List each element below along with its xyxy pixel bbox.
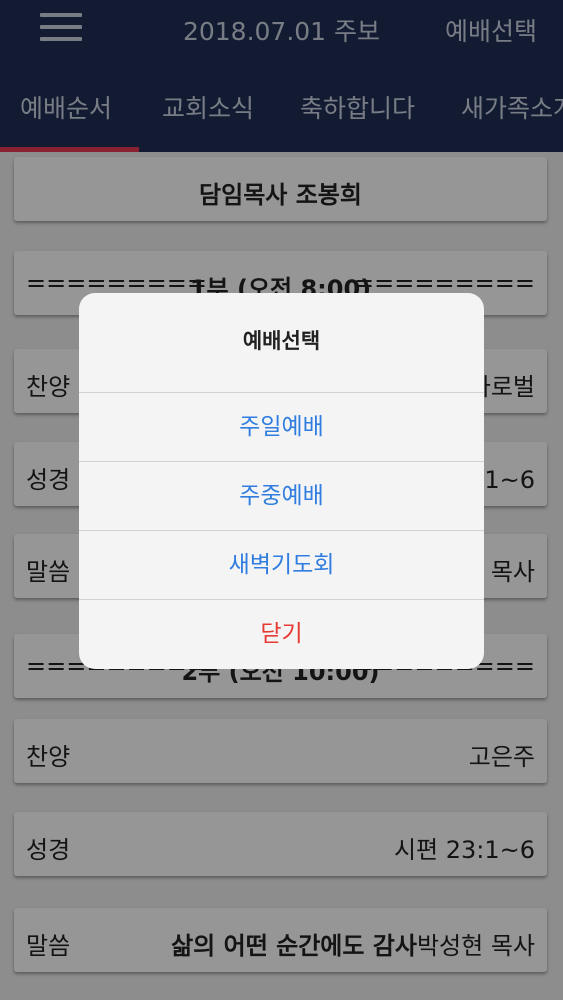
option-sunday-worship[interactable]: 주일예배 (79, 392, 484, 462)
option-dawn-prayer[interactable]: 새벽기도회 (79, 530, 484, 600)
dialog-title: 예배선택 (242, 329, 321, 353)
close-button[interactable]: 닫기 (79, 599, 484, 669)
option-weekday-worship[interactable]: 주중예배 (79, 461, 484, 531)
worship-select-dialog: 예배선택 주일예배 주중예배 새벽기도회 닫기 (79, 293, 484, 669)
